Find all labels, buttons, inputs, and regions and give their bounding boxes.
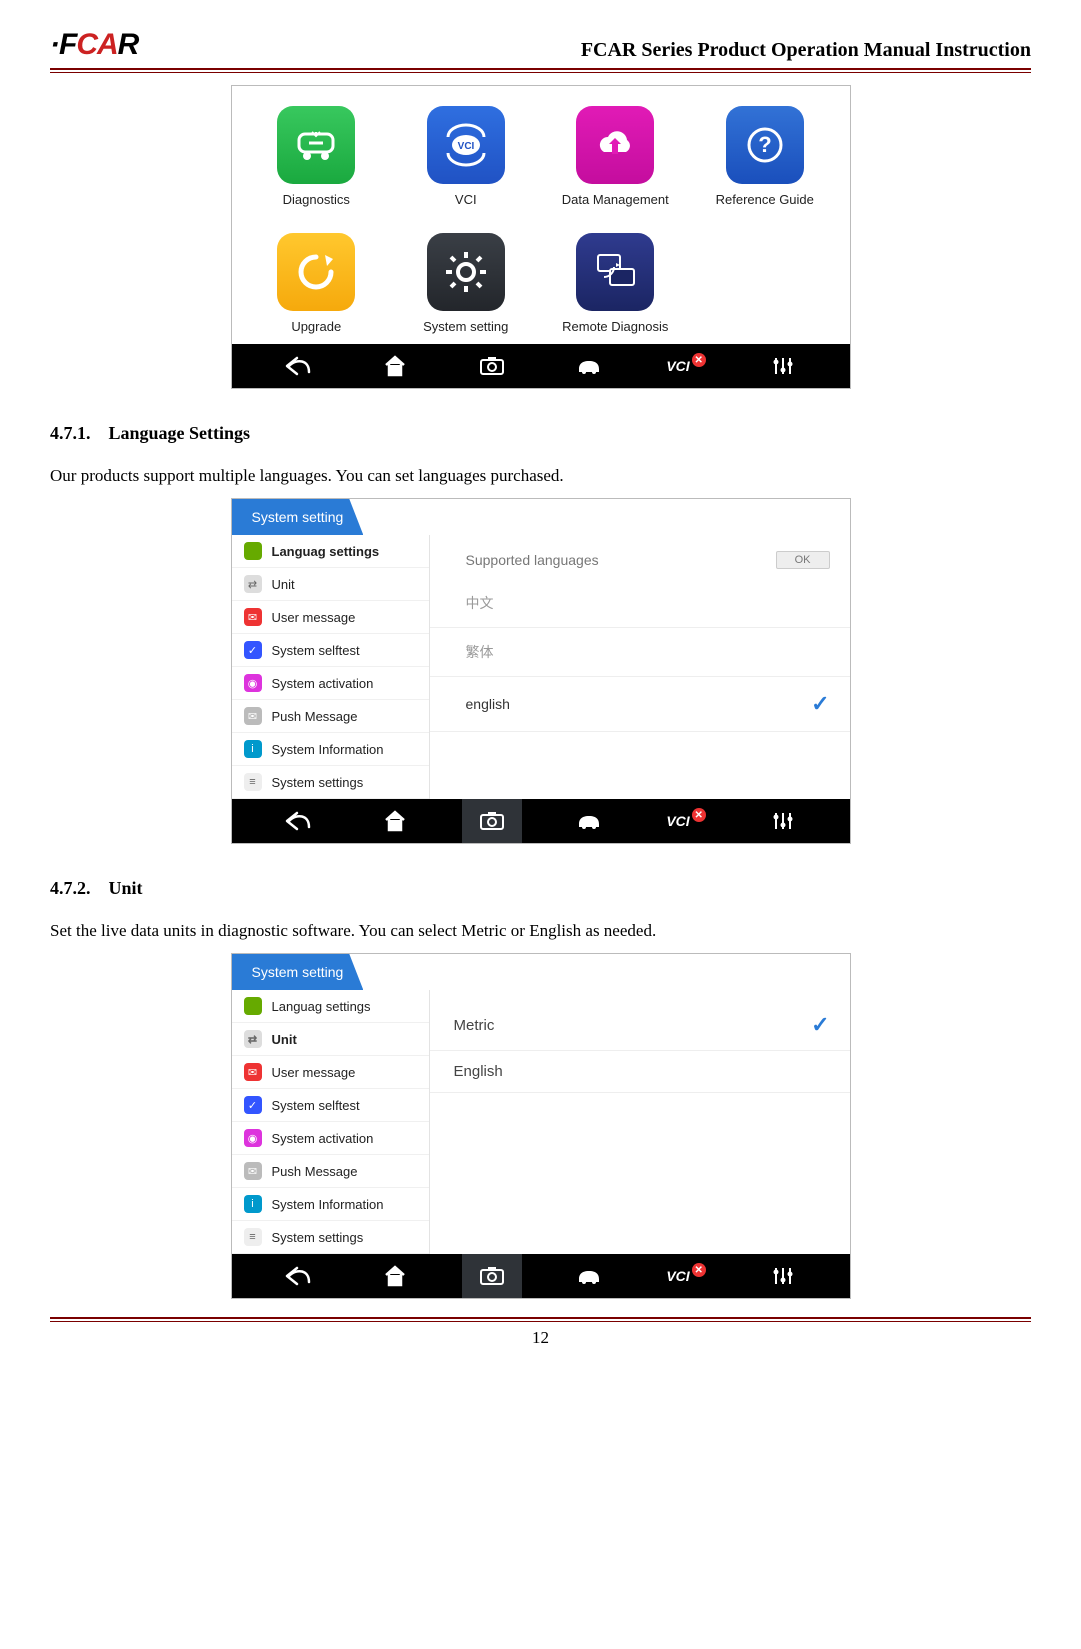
sidebar-item-syssettings[interactable]: ≡System settings [232,766,429,799]
bottom-toolbar: VCI✕ [232,344,850,388]
app-label: Data Management [562,192,669,207]
sidebar-item-push[interactable]: ✉Push Message [232,1155,429,1188]
screenshot-unit-settings: System setting Languag settings ⇄Unit ✉U… [231,953,851,1299]
vci-error-icon: ✕ [692,808,706,822]
sidebar-item-unit[interactable]: ⇄Unit [232,568,429,601]
vci-status[interactable]: VCI✕ [656,799,716,843]
language-option-english[interactable]: english✓ [430,677,850,732]
help-icon: ? [726,106,804,184]
header-rule [50,68,1031,70]
vci-status[interactable]: VCI✕ [656,1254,716,1298]
header-rule-inner [50,72,1031,73]
sidebar-item-user-message[interactable]: ✉User message [232,1056,429,1089]
app-vci[interactable]: VCI VCI [397,106,535,207]
app-label: VCI [455,192,477,207]
language-option-traditional[interactable]: 繁体 [430,628,850,677]
cloud-icon [576,106,654,184]
tab-system-setting[interactable]: System setting [232,499,364,535]
vci-error-icon: ✕ [692,353,706,367]
settings-sidebar: Languag settings ⇄Unit ✉User message ✓Sy… [232,535,430,799]
vci-label: VCI [666,358,689,374]
check-icon: ✓ [811,1012,829,1038]
sidebar-item-language[interactable]: Languag settings [232,535,429,568]
unit-option-metric[interactable]: Metric✓ [430,1000,850,1051]
back-icon[interactable] [268,344,328,388]
home-icon[interactable] [365,799,425,843]
section-heading-unit: 4.7.2.Unit [50,878,1031,899]
sidebar-item-activation[interactable]: ◉System activation [232,667,429,700]
bottom-toolbar: VCI✕ [232,799,850,843]
svg-text:?: ? [758,132,771,157]
vci-error-icon: ✕ [692,1263,706,1277]
upgrade-icon [277,233,355,311]
back-icon[interactable] [268,799,328,843]
back-icon[interactable] [268,1254,328,1298]
screenshot-home: Diagnostics VCI VCI [231,85,851,389]
sidebar-item-language[interactable]: Languag settings [232,990,429,1023]
app-diagnostics[interactable]: Diagnostics [248,106,386,207]
gear-icon [427,233,505,311]
sliders-icon[interactable] [753,1254,813,1298]
app-label: Diagnostics [283,192,350,207]
sidebar-item-selftest[interactable]: ✓System selftest [232,634,429,667]
language-option-zh[interactable]: 中文 [430,579,850,628]
app-label: Upgrade [291,319,341,334]
app-data-management[interactable]: Data Management [547,106,685,207]
car-icon[interactable] [559,1254,619,1298]
home-icon[interactable] [365,1254,425,1298]
footer-rule [50,1317,1031,1319]
sidebar-item-syssettings[interactable]: ≡System settings [232,1221,429,1254]
sidebar-item-user-message[interactable]: ✉User message [232,601,429,634]
app-label: Reference Guide [716,192,814,207]
unit-option-english[interactable]: English [430,1051,850,1093]
app-remote-diagnosis[interactable]: Remote Diagnosis [547,233,685,334]
sidebar-item-selftest[interactable]: ✓System selftest [232,1089,429,1122]
bottom-toolbar: VCI✕ [232,1254,850,1298]
app-label: System setting [423,319,508,334]
logo: ·FCAR [50,28,138,62]
app-system-setting[interactable]: System setting [397,233,535,334]
settings-sidebar: Languag settings ⇄Unit ✉User message ✓Sy… [232,990,430,1254]
tab-system-setting[interactable]: System setting [232,954,364,990]
paragraph: Set the live data units in diagnostic so… [50,921,1031,941]
car-icon[interactable] [559,344,619,388]
remote-icon [576,233,654,311]
sidebar-item-activation[interactable]: ◉System activation [232,1122,429,1155]
vci-status[interactable]: VCI✕ [656,344,716,388]
svg-text:VCI: VCI [457,141,474,152]
app-label: Remote Diagnosis [562,319,668,334]
camera-icon[interactable] [462,1254,522,1298]
ok-button[interactable]: OK [776,551,830,569]
camera-icon[interactable] [462,799,522,843]
app-upgrade[interactable]: Upgrade [248,233,386,334]
page-header: ·FCAR FCAR Series Product Operation Manu… [50,28,1031,66]
section-heading-language: 4.7.1.Language Settings [50,423,1031,444]
camera-icon[interactable] [462,344,522,388]
sidebar-item-push[interactable]: ✉Push Message [232,700,429,733]
sidebar-item-unit[interactable]: ⇄Unit [232,1023,429,1056]
app-reference-guide[interactable]: ? Reference Guide [696,106,834,207]
paragraph: Our products support multiple languages.… [50,466,1031,486]
content-title: Supported languages [466,552,599,568]
car-icon[interactable] [559,799,619,843]
screenshot-language-settings: System setting Languag settings ⇄Unit ✉U… [231,498,851,844]
home-icon[interactable] [365,344,425,388]
sidebar-item-sysinfo[interactable]: iSystem Information [232,733,429,766]
page-number: 12 [50,1322,1031,1348]
sliders-icon[interactable] [753,799,813,843]
vci-icon: VCI [427,106,505,184]
header-title: FCAR Series Product Operation Manual Ins… [581,39,1031,62]
diagnostics-icon [277,106,355,184]
check-icon: ✓ [811,691,829,717]
sidebar-item-sysinfo[interactable]: iSystem Information [232,1188,429,1221]
sliders-icon[interactable] [753,344,813,388]
